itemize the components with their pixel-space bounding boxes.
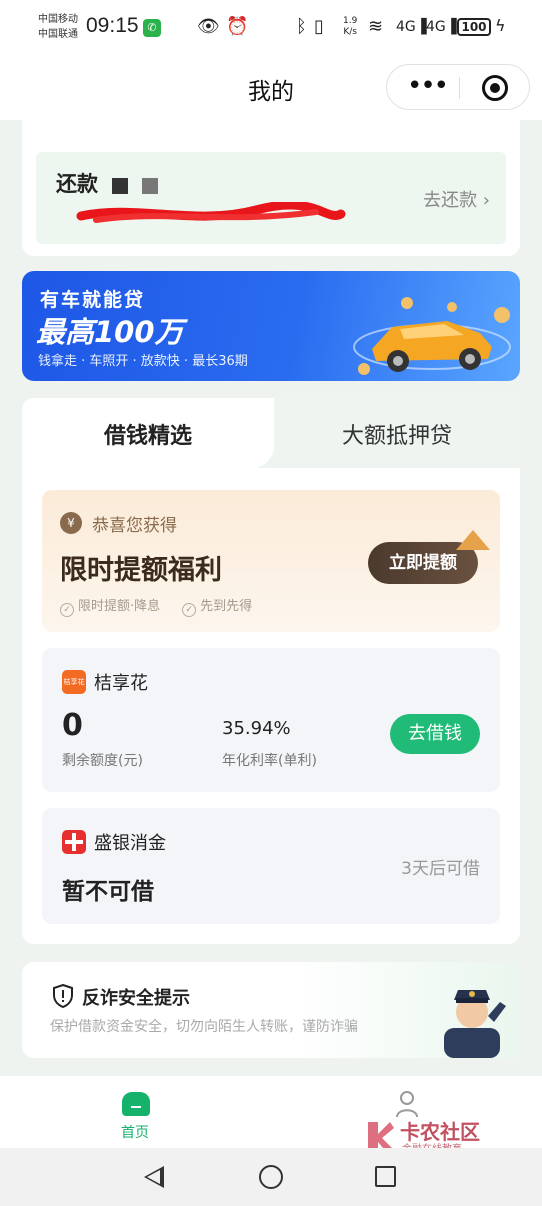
system-nav-bar [0, 1148, 542, 1206]
carrier-2: 中国联通 [38, 29, 78, 40]
more-dots-icon[interactable]: ••• [407, 73, 449, 99]
promo-greeting: 恭喜您获得 [92, 516, 177, 536]
shield-icon [53, 984, 73, 1008]
check-circle-icon: ✓ [60, 603, 74, 617]
tab-home-label: 首页 [121, 1125, 149, 1141]
anti-fraud-text: 保护借款资金安全，切勿向陌生人转账，谨防诈骗 [50, 1019, 358, 1035]
bluetooth-icon: ᛒ [296, 16, 307, 37]
repay-title: 还款 [56, 172, 98, 196]
promo-tags: ✓ 限时提额·降息 ✓ 先到先得 [60, 595, 252, 617]
recent-apps-icon[interactable] [375, 1166, 396, 1187]
jxh-logo-icon: 桔享花 [62, 670, 86, 694]
banner-headline: 最高100万 [36, 315, 184, 349]
net-speed-unit: K/s [343, 27, 357, 37]
go-repay-link[interactable]: 去还款 › [423, 186, 490, 212]
target-icon[interactable] [482, 75, 508, 101]
charging-icon: ϟ [495, 16, 506, 35]
car-loan-banner[interactable]: 有车就能贷 最高100万 钱拿走 · 车照开 · 放款快 · 最长36期 [22, 271, 520, 381]
loan-section: 借钱精选 大额抵押贷 ¥ 恭喜您获得 限时提额福利 ✓ 限时提额·降息 ✓ 先到先得 … [22, 398, 520, 944]
redaction-block [142, 178, 158, 194]
eye-icon: 👁 [197, 16, 220, 37]
signal-4g-icon: 4G▐ [426, 19, 457, 35]
capsule-divider [459, 77, 460, 99]
mini-program-capsule: ••• [386, 64, 530, 110]
user-icon[interactable] [396, 1090, 418, 1118]
anti-fraud-title: 反诈安全提示 [82, 988, 190, 1009]
carrier-info: 中国移动 中国联通 [38, 12, 78, 42]
net-speed: 1.9 K/s [343, 16, 357, 38]
status-bar: 中国移动 中国联通 09:15 ✆ 👁 ⏰ ᛒ ▯ 1.9 K/s ≋ 4G▐ … [0, 0, 542, 56]
promo-tag: 先到先得 [200, 599, 253, 614]
yuan-coin-icon: ¥ [60, 512, 82, 534]
carrier-1: 中国移动 [38, 14, 78, 25]
tab-label: 借钱精选 [103, 424, 192, 449]
repay-panel[interactable]: 还款 去还款 › [36, 152, 506, 244]
loan-product-card[interactable]: 盛银消金 暂不可借 3天后可借 [42, 808, 500, 924]
police-officer-icon [444, 990, 506, 1058]
product-name: 盛银消金 [94, 833, 166, 854]
tab-featured[interactable]: 借钱精选 [22, 398, 274, 468]
vibrate-icon: ▯ [314, 16, 324, 37]
repay-card: 还款 去还款 › [22, 120, 520, 256]
battery-icon: 100 [457, 18, 491, 36]
wifi-icon: ≋ [368, 16, 384, 37]
annual-rate-label: 年化利率(单利) [222, 753, 317, 769]
banner-tag: 有车就能贷 [40, 289, 146, 311]
home-circle-icon[interactable] [259, 1165, 283, 1189]
phone-icon: ✆ [143, 19, 161, 37]
limit-increase-promo[interactable]: ¥ 恭喜您获得 限时提额福利 ✓ 限时提额·降息 ✓ 先到先得 立即提额 [42, 490, 500, 632]
anti-fraud-card[interactable]: 反诈安全提示 保护借款资金安全，切勿向陌生人转账，谨防诈骗 [22, 962, 520, 1058]
redaction-scribble [76, 202, 346, 223]
remaining-credit-value: 0 [62, 708, 83, 743]
borrow-button[interactable]: 去借钱 [390, 714, 480, 754]
net-speed-value: 1.9 [343, 16, 358, 26]
banner-subline: 钱拿走 · 车照开 · 放款快 · 最长36期 [38, 354, 248, 369]
available-after-note: 3天后可借 [401, 859, 480, 879]
shengyin-logo-icon [62, 830, 86, 854]
back-icon[interactable] [144, 1166, 164, 1188]
unavailable-status: 暂不可借 [62, 879, 154, 905]
title-bar: 我的 ••• [0, 56, 542, 120]
tab-mortgage[interactable]: 大额抵押贷 [274, 418, 520, 450]
signal-4g-icon: 4G▐ [396, 19, 427, 35]
car-illustration-icon [353, 297, 511, 375]
clock: 09:15 [86, 14, 139, 37]
alarm-icon: ⏰ [226, 16, 249, 37]
product-name: 桔享花 [94, 673, 148, 694]
home-icon [122, 1092, 150, 1116]
up-arrow-icon [456, 530, 490, 550]
promo-tag: 限时提额·降息 [78, 599, 161, 614]
loan-product-card[interactable]: 桔享花 桔享花 0 剩余额度(元) 35.94% 年化利率(单利) 去借钱 [42, 648, 500, 792]
redaction-block [112, 178, 128, 194]
annual-rate-value: 35.94% [222, 718, 291, 739]
promo-title: 限时提额福利 [60, 555, 222, 586]
remaining-credit-label: 剩余额度(元) [62, 753, 143, 769]
check-circle-icon: ✓ [182, 603, 197, 617]
